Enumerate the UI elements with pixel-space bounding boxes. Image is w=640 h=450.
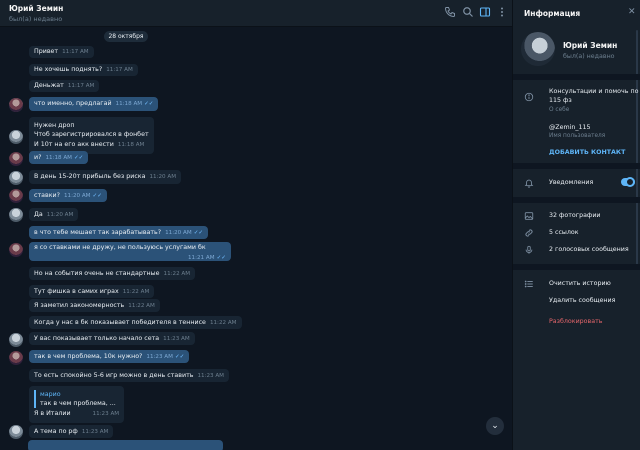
- notifications-label: Уведомления: [549, 179, 594, 186]
- message-bubble[interactable]: А тема по рф 11:23 AM: [29, 425, 114, 438]
- section-separator: [513, 163, 640, 169]
- bio-text: Консультации и помочь по 115 фз: [549, 88, 639, 104]
- avatar[interactable]: [9, 152, 23, 166]
- chat-header: Юрий Земин был(а) недавно: [0, 0, 512, 27]
- avatar[interactable]: [9, 171, 23, 185]
- links-link[interactable]: 5 ссылок: [549, 228, 579, 237]
- message-bubble[interactable]: То есть спокойно 5-6 игр можно в день ст…: [29, 369, 230, 382]
- avatar[interactable]: [9, 243, 23, 257]
- avatar[interactable]: [9, 189, 23, 203]
- avatar[interactable]: [9, 351, 23, 365]
- username[interactable]: @Zemin_115: [549, 123, 591, 132]
- date-separator: 28 октября: [104, 31, 148, 42]
- bio-label: О себе: [549, 107, 570, 113]
- link-icon: [524, 228, 534, 238]
- voice-messages-link[interactable]: 2 голосовых сообщения: [549, 245, 629, 254]
- message-bubble[interactable]: Когда у нас в бк показывает победителя в…: [29, 316, 242, 329]
- notifications-toggle[interactable]: [621, 177, 635, 187]
- info-panel: Информация ✕ Юрий Земин был(а) недавно К…: [513, 0, 640, 450]
- message-bubble[interactable]: марио так в чем проблема, ... Я в Италии…: [29, 386, 125, 423]
- unblock-button[interactable]: Разблокировать: [549, 318, 602, 325]
- message-bubble[interactable]: Но на события очень не стандартные 11:22 …: [29, 267, 196, 280]
- sidebar-toggle-icon[interactable]: [479, 6, 491, 18]
- message-bubble[interactable]: Привет 11:17 AM: [29, 46, 94, 58]
- scroll-down-button[interactable]: ⌄: [486, 417, 504, 435]
- phone-icon[interactable]: [444, 6, 456, 18]
- message-bubble[interactable]: что именно, предлагай 11:18 AM ✓✓: [29, 97, 159, 111]
- photos-link[interactable]: 32 фотографии: [549, 211, 601, 220]
- avatar[interactable]: [9, 98, 23, 112]
- message-bubble[interactable]: В день 15-20т прибыль без риска 11:20 AM: [29, 170, 182, 184]
- profile-photo[interactable]: [521, 32, 555, 66]
- message-bubble[interactable]: Тут фишка в самих играх 11:22 AM: [29, 285, 155, 298]
- more-vertical-icon[interactable]: [496, 6, 508, 18]
- chat-title[interactable]: Юрий Земин: [9, 4, 63, 13]
- microphone-icon: [524, 245, 534, 255]
- message-bubble[interactable]: Не хочешь поднять? 11:17 AM: [29, 64, 138, 76]
- message-bubble[interactable]: в что тебе мешает так зарабатывать? 11:20…: [29, 226, 209, 239]
- add-contact-button[interactable]: ДОБАВИТЬ КОНТАКТ: [549, 149, 625, 156]
- message-bubble[interactable]: и? 11:18 AM ✓✓: [29, 151, 89, 164]
- profile-status: был(а) недавно: [563, 53, 615, 60]
- username-label: Имя пользователя: [549, 133, 606, 139]
- avatar[interactable]: [9, 208, 23, 222]
- info-title: Информация: [524, 9, 581, 18]
- info-circle-icon: [524, 92, 534, 102]
- profile-name: Юрий Земин: [563, 41, 618, 50]
- message-bubble[interactable]: ставки? 11:20 AM ✓✓: [29, 189, 107, 202]
- bell-icon: [524, 178, 534, 188]
- telegram-window: Юрий Земин был(а) недавно 28 октября При…: [0, 0, 640, 450]
- avatar[interactable]: [9, 425, 23, 439]
- list-icon: [524, 279, 534, 289]
- section-separator: [513, 74, 640, 80]
- message-bubble[interactable]: Нужен дроп Чтоб зарегистрировался в фонб…: [29, 117, 154, 155]
- section-separator: [513, 264, 640, 270]
- message-bubble[interactable]: я со ставками не дружу, не пользуюсь усл…: [29, 242, 231, 261]
- message-bubble[interactable]: Да 11:20 AM: [29, 208, 79, 221]
- message-list[interactable]: 28 октября Привет 11:17 AM Не хочешь подн…: [0, 27, 512, 450]
- clear-history-button[interactable]: Очистить историю: [549, 279, 611, 288]
- message-bubble[interactable]: Я заметил закономерность 11:22 AM: [29, 299, 160, 312]
- message-bubble-partial[interactable]: [28, 440, 223, 450]
- toggle-knob: [625, 177, 635, 187]
- avatar[interactable]: [9, 333, 23, 347]
- reply-preview[interactable]: марио так в чем проблема, ...: [34, 390, 119, 408]
- delete-chat-button[interactable]: Удалить сообщения: [549, 296, 615, 305]
- close-icon[interactable]: ✕: [628, 7, 636, 17]
- message-bubble[interactable]: Деньжат 11:17 AM: [29, 80, 100, 92]
- chat-status: был(а) недавно: [9, 15, 63, 23]
- message-bubble[interactable]: так в чем проблема, 10к нужно? 11:23 AM ✓✓: [29, 350, 190, 363]
- info-scrollbar[interactable]: [636, 30, 638, 270]
- section-separator: [513, 197, 640, 203]
- search-icon[interactable]: [462, 6, 474, 18]
- message-bubble[interactable]: У вас показывает только начало сета 11:23…: [29, 332, 195, 345]
- photo-icon: [524, 211, 534, 221]
- avatar[interactable]: [9, 130, 23, 144]
